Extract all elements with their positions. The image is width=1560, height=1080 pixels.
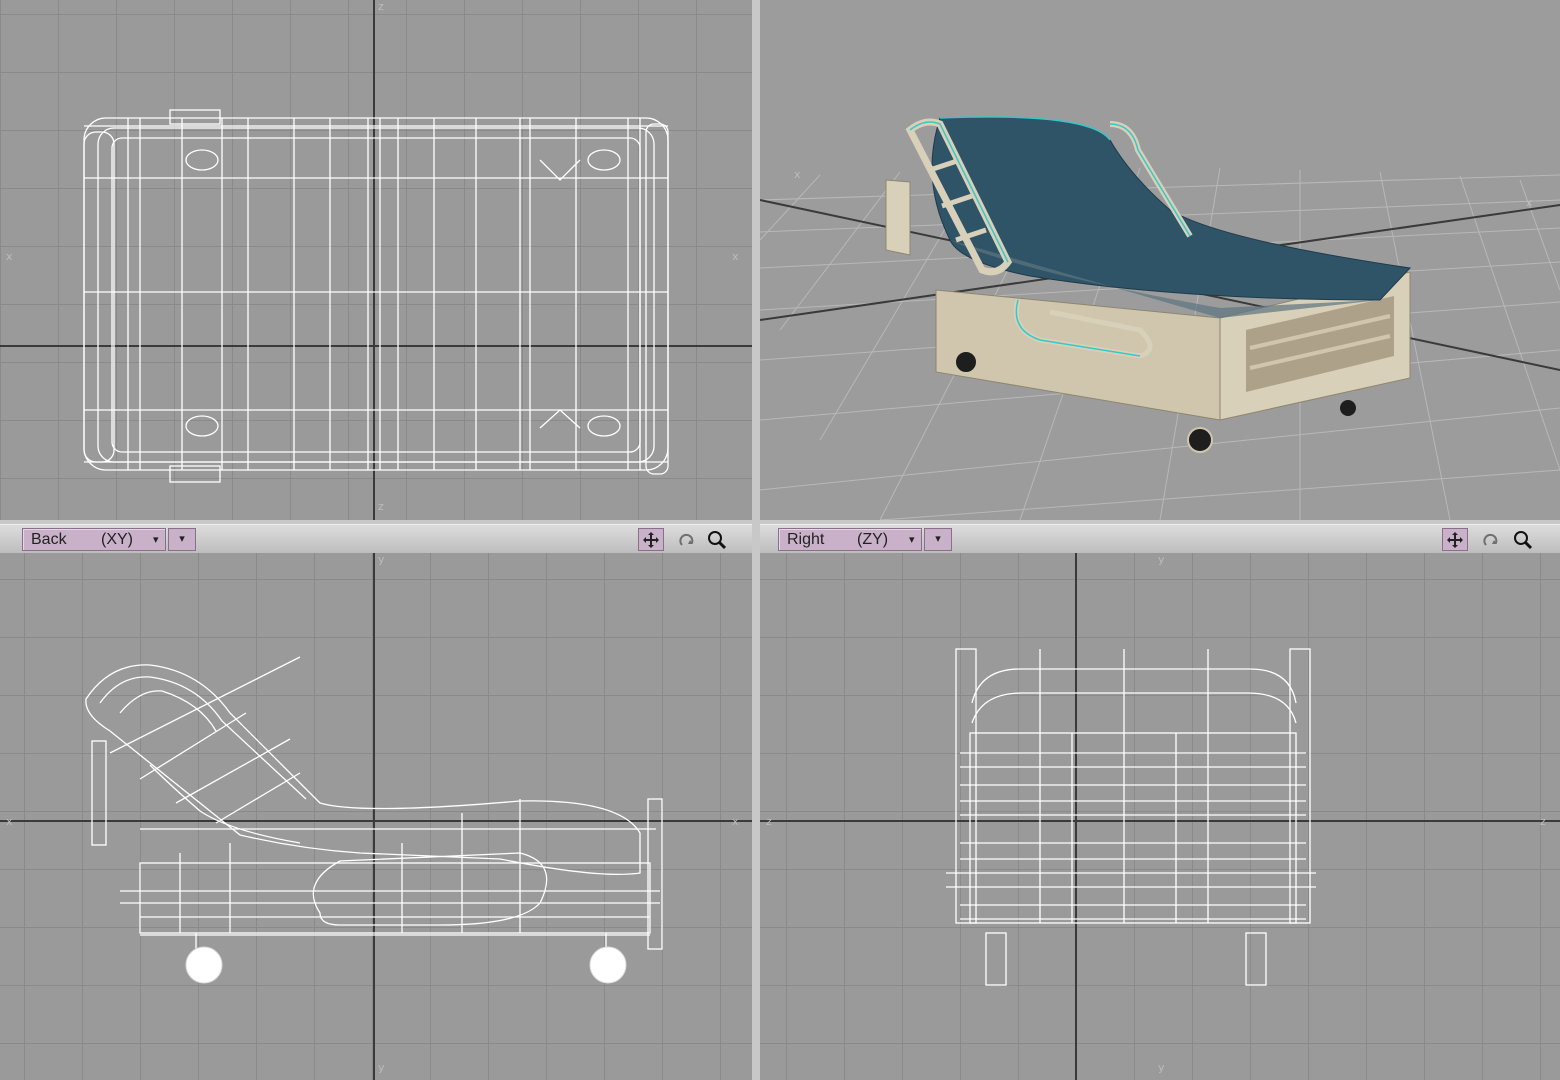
caster-wheels (185, 946, 627, 984)
view-options-dropdown[interactable]: ▾ (924, 528, 952, 551)
chevron-down-icon: ▾ (935, 533, 941, 545)
right-view-canvas (760, 553, 1560, 1080)
rotate-view-button[interactable] (674, 528, 700, 551)
perspective-canvas (760, 116, 1560, 520)
move-view-button[interactable] (1442, 528, 1468, 551)
bed-wireframe-top (83, 109, 669, 483)
viewport-header-right: Right (ZY) ▾ ▾ (760, 524, 1560, 554)
viewport-perspective[interactable]: x x (760, 0, 1560, 520)
view-axes-label: (XY) (101, 530, 133, 548)
view-options-dropdown[interactable]: ▾ (168, 528, 196, 551)
zoom-icon (708, 530, 727, 549)
chevron-down-icon: ▾ (179, 533, 185, 545)
axis-marker: y (378, 553, 385, 566)
rotate-view-button[interactable] (1478, 528, 1504, 551)
axis-marker: y (1158, 553, 1165, 566)
move-icon (1447, 531, 1463, 548)
axis-marker: z (1540, 815, 1546, 828)
zoom-icon (1514, 530, 1533, 549)
move-view-button[interactable] (638, 528, 664, 551)
back-view-canvas (0, 553, 752, 1080)
viewport-header-back: Back (XY) ▾ ▾ (0, 524, 752, 554)
axis-marker: z (766, 815, 772, 828)
top-view-canvas (0, 0, 752, 520)
view-name-label: Back (31, 530, 67, 548)
move-icon (643, 531, 659, 548)
viewport-right[interactable]: y z z y (760, 553, 1560, 1080)
zoom-view-button[interactable] (1510, 528, 1536, 551)
view-type-select-back[interactable]: Back (XY) ▾ (22, 528, 166, 551)
bed-wireframe-front (946, 648, 1316, 986)
axis-marker: x (1526, 196, 1533, 209)
axis-marker: y (1158, 1061, 1165, 1074)
axis-marker: x (732, 250, 739, 263)
axis-marker: x (794, 168, 801, 181)
axis-marker: x (6, 815, 13, 828)
chevron-down-icon: ▾ (153, 534, 159, 546)
zoom-view-button[interactable] (704, 528, 730, 551)
modeler-window: z x x z x x Back (XY) ▾ ▾ Right (ZY) ▾ ▾… (0, 0, 1560, 1080)
axis-marker: z (378, 0, 384, 13)
rotate-icon (1483, 533, 1498, 546)
axis-marker: x (6, 250, 13, 263)
axis-marker: x (732, 815, 739, 828)
chevron-down-icon: ▾ (909, 534, 915, 546)
view-axes-label: (ZY) (857, 530, 889, 548)
axis-marker: y (378, 1061, 385, 1074)
axis-marker: z (378, 500, 384, 513)
view-name-label: Right (787, 530, 825, 548)
viewport-back[interactable]: y x x y (0, 553, 752, 1080)
viewport-top[interactable]: z x x z (0, 0, 752, 520)
rotate-icon (679, 533, 694, 546)
view-type-select-right[interactable]: Right (ZY) ▾ (778, 528, 922, 551)
vertical-splitter[interactable] (752, 0, 760, 1080)
